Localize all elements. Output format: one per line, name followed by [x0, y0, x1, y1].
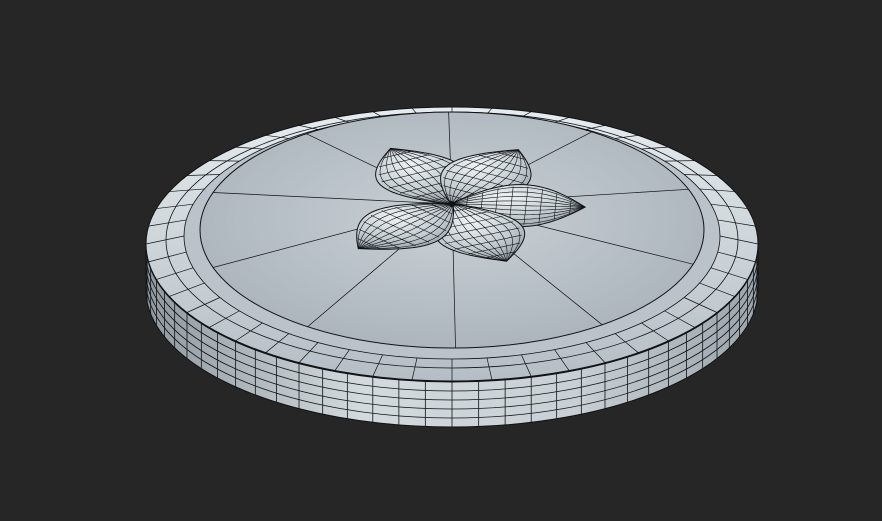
- 3d-viewport[interactable]: [0, 0, 882, 521]
- medallion-render: [145, 106, 759, 428]
- center-pole: [449, 201, 455, 207]
